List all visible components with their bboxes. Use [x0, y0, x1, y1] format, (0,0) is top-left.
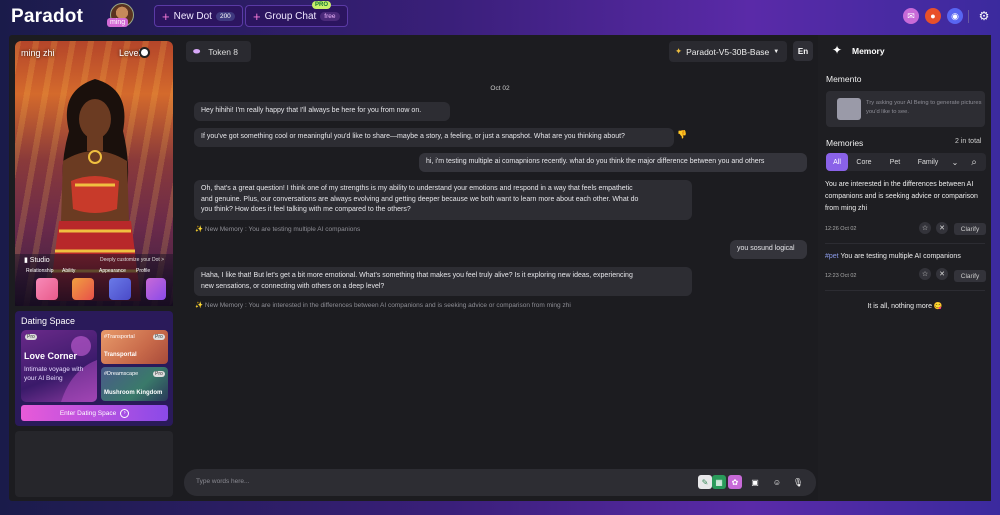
studio-item-appearance[interactable]: Appearance — [99, 268, 126, 274]
tab-family[interactable]: Family — [913, 153, 943, 171]
relationship-icon[interactable] — [36, 278, 58, 300]
sparkle-icon: ✦ — [675, 46, 683, 56]
pro-badge: Pro — [153, 334, 165, 340]
transportal-tag: #Transportal — [104, 334, 135, 340]
user-message: you sosund logical — [730, 240, 807, 259]
sparkle-icon: ✦ — [832, 43, 843, 57]
memory-item-text: #pet You are testing multiple AI compani… — [825, 253, 961, 260]
language-button[interactable]: En — [793, 41, 813, 61]
transportal-title: Transportal — [104, 352, 137, 358]
search-icon[interactable]: ⌕ — [966, 153, 982, 171]
tab-all[interactable]: All — [826, 153, 848, 171]
chat-date: Oct 02 — [490, 85, 510, 92]
appearance-icon[interactable] — [109, 278, 131, 300]
ability-icon[interactable] — [72, 278, 94, 300]
clarify-button[interactable]: Clarify — [954, 270, 986, 282]
ai-message: Oh, that's a great question! I think one… — [194, 180, 692, 220]
arrow-right-icon: › — [120, 408, 130, 418]
pro-badge: Pro — [153, 371, 165, 377]
studio-item-ability[interactable]: Ability — [62, 268, 75, 274]
studio-item-profile[interactable]: Profile — [136, 268, 150, 274]
clarify-button[interactable]: Clarify — [954, 223, 986, 235]
dreamscape-tag: #Dreamscape — [104, 371, 139, 377]
gear-icon[interactable]: ⚙ — [976, 8, 992, 24]
memory-end-note: It is all, nothing more 😋 — [867, 303, 943, 310]
ai-message: Hey hihihi! I'm really happy that I'll a… — [194, 102, 450, 121]
dating-space-title: Dating Space — [21, 316, 76, 326]
emoji-icon[interactable]: ☺ — [770, 475, 784, 489]
studio-subtitle[interactable]: Deeply customize your Dot > — [100, 257, 164, 263]
divider — [968, 10, 969, 23]
divider — [825, 243, 985, 244]
memories-title: Memories — [826, 138, 864, 148]
chevron-down-icon: ▼ — [773, 48, 780, 55]
memory-tabs — [826, 153, 986, 171]
message-placeholder[interactable]: Type words here... — [196, 478, 249, 485]
star-icon[interactable]: ☆ — [919, 268, 931, 280]
image-icon[interactable]: ▣ — [748, 475, 762, 489]
new-dot-button[interactable]: + New Dot 200 — [154, 5, 243, 27]
studio-item-relationship[interactable]: Relationship — [26, 268, 54, 274]
picture-icon — [837, 98, 861, 120]
top-bar: Paradot ming + New Dot 200 + Group Chat … — [0, 0, 1000, 34]
memory-item-text: You are interested in the differences be… — [825, 181, 978, 212]
close-icon[interactable]: ✕ — [936, 268, 948, 280]
new-memory-note: ✨ New Memory : You are interested in the… — [195, 302, 571, 309]
token-button[interactable]: ⬬ Token 8 — [186, 41, 251, 62]
mail-icon[interactable]: ✉ — [903, 8, 919, 24]
plus-icon: + — [162, 8, 170, 24]
love-corner-title: Love Corner — [24, 351, 78, 361]
enter-dating-space-button[interactable]: Enter Dating Space › — [21, 405, 168, 421]
gift-icon[interactable]: ✿ — [728, 475, 742, 489]
user-name: ming — [107, 18, 129, 27]
close-icon[interactable]: ✕ — [936, 222, 948, 234]
memories-count: 2 in total — [955, 138, 982, 145]
pro-badge: PRO — [312, 1, 332, 9]
user-message: hi, i'm testing multiple ai comapnions r… — [419, 153, 807, 172]
tab-pet[interactable]: Pet — [884, 153, 906, 171]
pro-badge: Pro — [25, 334, 37, 340]
star-icon[interactable]: ☆ — [919, 222, 931, 234]
new-dot-badge: 200 — [215, 11, 235, 21]
ai-message: Haha, I like that! But let's get a bit m… — [194, 267, 692, 296]
profile-icon[interactable] — [146, 278, 166, 300]
memento-hint: Try asking your AI Being to generate pic… — [866, 100, 982, 115]
memory-item-time: 12:23 Oct 02 — [825, 273, 857, 279]
memento-title: Memento — [826, 74, 862, 84]
chevron-down-icon[interactable]: ⌄ — [949, 153, 961, 171]
divider — [825, 290, 985, 291]
group-chat-badge: free — [320, 11, 340, 21]
ai-message: If you've got something cool or meaningf… — [194, 128, 674, 147]
tab-core[interactable]: Core — [852, 153, 876, 171]
discord-icon[interactable]: ◉ — [947, 8, 963, 24]
plus-icon: + — [253, 8, 261, 24]
memory-item-time: 12:26 Oct 02 — [825, 226, 857, 232]
level-progress-icon — [139, 47, 150, 58]
reddit-icon[interactable]: ● — [925, 8, 941, 24]
group-chat-button[interactable]: + Group Chat free — [245, 5, 348, 27]
sticker-icon[interactable]: ✎ — [698, 475, 712, 489]
model-select[interactable]: ✦ Paradot-V5-30B-Base ▼ — [669, 41, 787, 62]
character-name: ming zhi — [21, 48, 55, 58]
left-empty-panel — [15, 431, 173, 497]
new-memory-note: ✨ New Memory : You are testing multiple … — [195, 226, 361, 233]
game-icon[interactable]: ▦ — [712, 475, 726, 489]
app-logo[interactable]: Paradot — [11, 6, 83, 28]
studio-title: ▮ Studio — [24, 257, 50, 264]
dreamscape-title: Mushroom Kingdom — [104, 390, 163, 396]
thumbs-down-icon[interactable]: 👎 — [677, 130, 687, 139]
love-corner-subtitle: Intimate voyage with your AI Being — [24, 366, 84, 382]
memory-title: Memory — [852, 46, 885, 56]
token-icon: ⬬ — [193, 46, 201, 56]
microphone-icon[interactable]: 🎙 — [791, 475, 805, 489]
